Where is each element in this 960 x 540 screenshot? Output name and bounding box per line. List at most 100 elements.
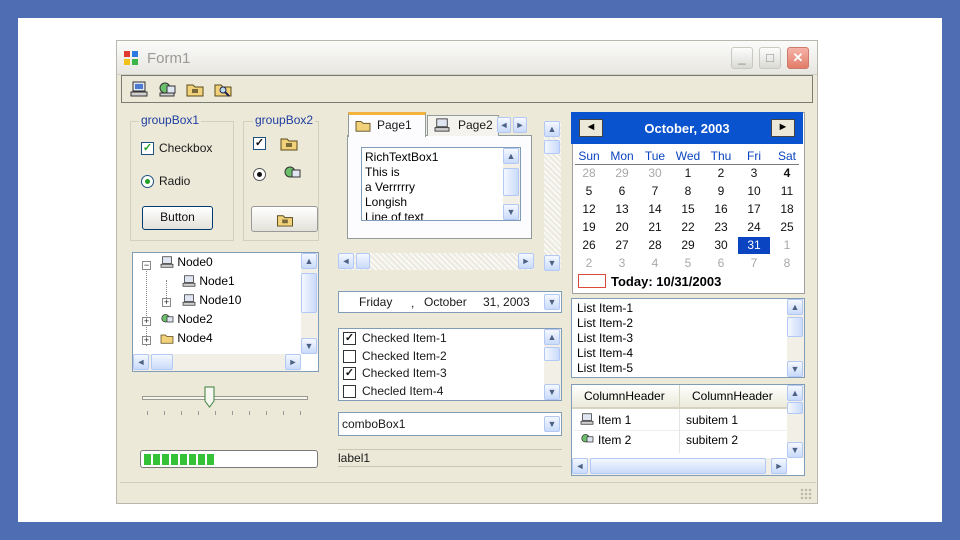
checked-list-item[interactable]: ✓ Checked Item-3 [343,366,539,382]
calendar-next-button[interactable]: ► [771,119,795,137]
scroll-down-button[interactable]: ▼ [544,255,560,271]
calendar-day[interactable]: 5 [573,183,605,200]
calendar-day[interactable]: 2 [573,255,605,272]
tree-expander[interactable]: + [142,336,151,345]
calendar-day[interactable]: 17 [738,201,770,218]
calendar-day[interactable]: 1 [771,237,803,254]
listview-row[interactable]: Item 1 subitem 1 [574,411,786,431]
scroll-down-button[interactable]: ▼ [787,361,803,377]
richtextbox[interactable]: RichTextBox1 This is a Verrrrry Longish … [361,147,521,221]
tree-node[interactable]: Node1 [182,274,235,288]
calendar-day[interactable]: 26 [573,237,605,254]
tree-hscrollbar[interactable]: ◄ ► [133,354,301,371]
scroll-thumb[interactable] [590,458,766,474]
calendar-day[interactable]: 8 [771,255,803,272]
calendar-day[interactable]: 20 [606,219,638,236]
calendar-day[interactable]: 3 [606,255,638,272]
calendar-day[interactable]: 29 [606,165,638,182]
radio2[interactable] [253,168,266,181]
tree-node[interactable]: Node10 [182,293,241,307]
calendar-day[interactable]: 13 [606,201,638,218]
hscrollbar[interactable]: ◄ ► [338,253,534,270]
calendar-day[interactable]: 29 [672,237,704,254]
scroll-right-button[interactable]: ► [518,253,534,269]
tab-page1[interactable]: Page1 [348,112,426,137]
image-button[interactable] [251,206,318,232]
scroll-down-button[interactable]: ▼ [301,338,317,354]
calendar-day[interactable]: 30 [639,165,671,182]
treeview[interactable]: − Node0 Node1 + Node10 + Node2 + Node4 ▲… [132,252,319,372]
calendar-day[interactable]: 16 [705,201,737,218]
combobox[interactable]: comboBox1 ▼ [338,412,562,436]
item-checkbox[interactable]: ✓ [343,332,356,345]
calendar-day[interactable]: 18 [771,201,803,218]
scroll-down-button[interactable]: ▼ [544,384,560,400]
scroll-thumb[interactable] [301,273,317,313]
scroll-thumb[interactable] [787,402,803,414]
folder-icon[interactable] [186,81,204,97]
calendar-day[interactable]: 8 [672,183,704,200]
item-checkbox[interactable]: ✓ [343,367,356,380]
item-checkbox[interactable] [343,349,356,363]
scroll-up-button[interactable]: ▲ [544,121,560,137]
search-folder-icon[interactable] [214,81,232,97]
listview-hscrollbar[interactable]: ◄ ► [572,458,787,475]
scroll-up-button[interactable]: ▲ [503,148,519,164]
calendar-day[interactable]: 9 [705,183,737,200]
checkbox1[interactable]: ✓ [141,142,154,155]
calendar-day[interactable]: 24 [738,219,770,236]
calendar-day[interactable]: 25 [771,219,803,236]
scroll-thumb[interactable] [544,140,560,154]
tree-expander[interactable]: + [142,317,151,326]
scroll-thumb[interactable] [544,347,560,361]
network-computer-icon[interactable] [158,81,176,97]
listbox-vscrollbar[interactable]: ▲ ▼ [787,299,804,377]
scroll-left-button[interactable]: ◄ [572,458,588,474]
calendar-day[interactable]: 22 [672,219,704,236]
calendar-day[interactable]: 4 [771,165,803,182]
calendar-day[interactable]: 19 [573,219,605,236]
tab-scroll-left-button[interactable]: ◄ [497,117,511,133]
tree-expander[interactable]: + [162,298,171,307]
scroll-left-button[interactable]: ◄ [133,354,149,370]
calendar-day[interactable]: 3 [738,165,770,182]
tree-node[interactable]: Node0 [160,255,213,269]
trackbar-thumb[interactable] [204,386,215,408]
richtext-vscrollbar[interactable]: ▲ ▼ [503,148,520,220]
listview-vscrollbar[interactable]: ▲ ▼ [787,385,804,458]
scroll-left-button[interactable]: ◄ [338,253,354,269]
scroll-thumb[interactable] [503,168,519,196]
calendar-day[interactable]: 27 [606,237,638,254]
scroll-up-button[interactable]: ▲ [787,385,803,401]
date-dropdown-button[interactable]: ▼ [544,294,560,310]
column-header[interactable]: ColumnHeader [572,385,680,409]
date-picker[interactable]: Friday , October 31, 2003 ▼ [338,291,562,313]
trackbar-track[interactable] [142,396,308,400]
calendar-day[interactable]: 28 [639,237,671,254]
button1[interactable]: Button [142,206,213,230]
scroll-right-button[interactable]: ► [771,458,787,474]
close-button[interactable]: ✕ [787,47,809,69]
calendar-today-label[interactable]: Today: 10/31/2003 [611,274,721,289]
checkbox2[interactable]: ✓ [253,137,266,150]
scroll-down-button[interactable]: ▼ [787,442,803,458]
list-item[interactable]: List Item-2 [577,316,633,330]
list-item[interactable]: List Item-4 [577,346,633,360]
combobox-dropdown-button[interactable]: ▼ [544,416,560,432]
scroll-thumb[interactable] [356,253,370,269]
scroll-down-button[interactable]: ▼ [503,204,519,220]
scroll-up-button[interactable]: ▲ [301,253,317,269]
checked-list-item[interactable]: Checled Item-4 [343,384,539,400]
calendar-day[interactable]: 21 [639,219,671,236]
calendar-day[interactable]: 6 [705,255,737,272]
scroll-up-button[interactable]: ▲ [787,299,803,315]
tree-node[interactable]: Node2 [160,312,213,326]
calendar-day[interactable]: 15 [672,201,704,218]
calendar-day[interactable]: 30 [705,237,737,254]
calendar-day[interactable]: 2 [705,165,737,182]
calendar-day[interactable]: 28 [573,165,605,182]
calendar-day[interactable]: 12 [573,201,605,218]
calendar-day[interactable]: 23 [705,219,737,236]
minimize-button[interactable]: _ [731,47,753,69]
vscrollbar[interactable]: ▲ ▼ [544,121,561,271]
